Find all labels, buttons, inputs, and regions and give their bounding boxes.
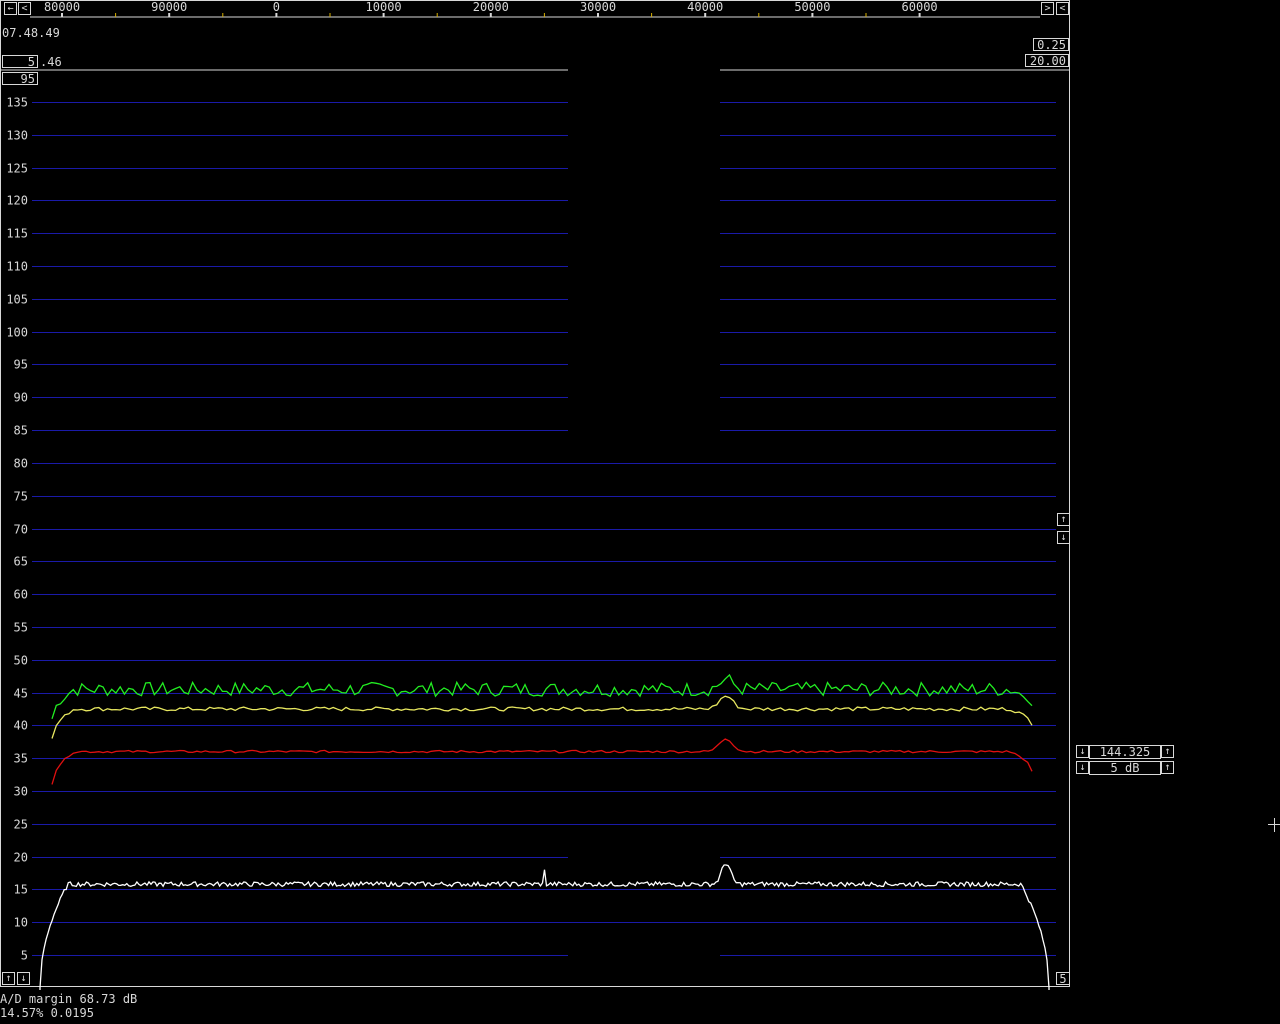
y-tick-label: 100 xyxy=(6,326,28,340)
gain-value: 5 dB xyxy=(1089,761,1161,775)
y-tick-label: 120 xyxy=(6,194,28,208)
arrow-up-icon: ↑ xyxy=(1164,746,1171,757)
arrow-down-icon: ↓ xyxy=(1079,762,1086,773)
y-tick-label: 105 xyxy=(6,293,28,307)
y-tick-label: 75 xyxy=(14,490,28,504)
y-tick-label: 85 xyxy=(14,424,28,438)
zoom-up-button[interactable]: ↑ xyxy=(2,972,15,985)
ad-margin-status: A/D margin 68.73 dB xyxy=(0,992,138,1006)
spectrum-trace-yellow xyxy=(51,695,1033,739)
y-tick-label: 80 xyxy=(14,457,28,471)
zoom-down-button[interactable]: ↓ xyxy=(17,972,30,985)
freq-up-button[interactable]: ↑ xyxy=(1161,745,1174,758)
y-tick-label: 110 xyxy=(6,260,28,274)
cpu-load-status: 14.57% 0.0195 xyxy=(0,1006,94,1020)
y-tick-label: 20 xyxy=(14,851,28,865)
gain-up-button[interactable]: ↑ xyxy=(1161,761,1174,774)
y-tick-label: 15 xyxy=(14,883,28,897)
y-tick-label: 50 xyxy=(14,654,28,668)
level-up-button[interactable]: ↑ xyxy=(1057,513,1070,526)
spectrum-plot[interactable]: 5 10 15 20 25 30 35 40 45 50 55 60 65 70 75 80 85 90 95 100… xyxy=(0,0,1072,990)
arrow-up-icon: ↑ xyxy=(5,973,12,984)
frequency-control[interactable]: ↓ 144.325 ↑ ↓ 5 dB ↑ xyxy=(1076,744,1174,777)
spectrum-trace-red xyxy=(51,738,1033,785)
freq-down-button[interactable]: ↓ xyxy=(1076,745,1089,758)
y-tick-label: 45 xyxy=(14,687,28,701)
y-tick-label: 60 xyxy=(14,588,28,602)
y-tick-label: 25 xyxy=(14,818,28,832)
y-tick-label: 135 xyxy=(6,96,28,110)
spectrum-trace-white xyxy=(39,864,1050,990)
y-tick-label: 55 xyxy=(14,621,28,635)
y-tick-label: 10 xyxy=(14,916,28,930)
y-tick-label: 125 xyxy=(6,162,28,176)
gain-down-button[interactable]: ↓ xyxy=(1076,761,1089,774)
y-tick-label: 35 xyxy=(14,752,28,766)
arrow-down-icon: ↓ xyxy=(20,973,27,984)
y-tick-label: 95 xyxy=(14,358,28,372)
spectrum-trace-green xyxy=(51,673,1033,719)
level-down-button[interactable]: ↓ xyxy=(1057,531,1070,544)
y-tick-label: 40 xyxy=(14,719,28,733)
y-tick-label: 115 xyxy=(6,227,28,241)
y-tick-label: 70 xyxy=(14,523,28,537)
y-tick-label: 5 xyxy=(21,949,28,963)
arrow-down-icon: ↓ xyxy=(1079,746,1086,757)
y-tick-label: 90 xyxy=(14,391,28,405)
corner-value-box[interactable]: 5 xyxy=(1056,972,1070,986)
arrow-up-icon: ↑ xyxy=(1060,514,1067,525)
frequency-value: 144.325 xyxy=(1089,745,1161,759)
y-tick-label: 65 xyxy=(14,555,28,569)
y-tick-label: 30 xyxy=(14,785,28,799)
mouse-cursor-icon xyxy=(1268,818,1280,832)
arrow-down-icon: ↓ xyxy=(1060,532,1067,543)
y-tick-label: 130 xyxy=(6,129,28,143)
arrow-up-icon: ↑ xyxy=(1164,762,1171,773)
